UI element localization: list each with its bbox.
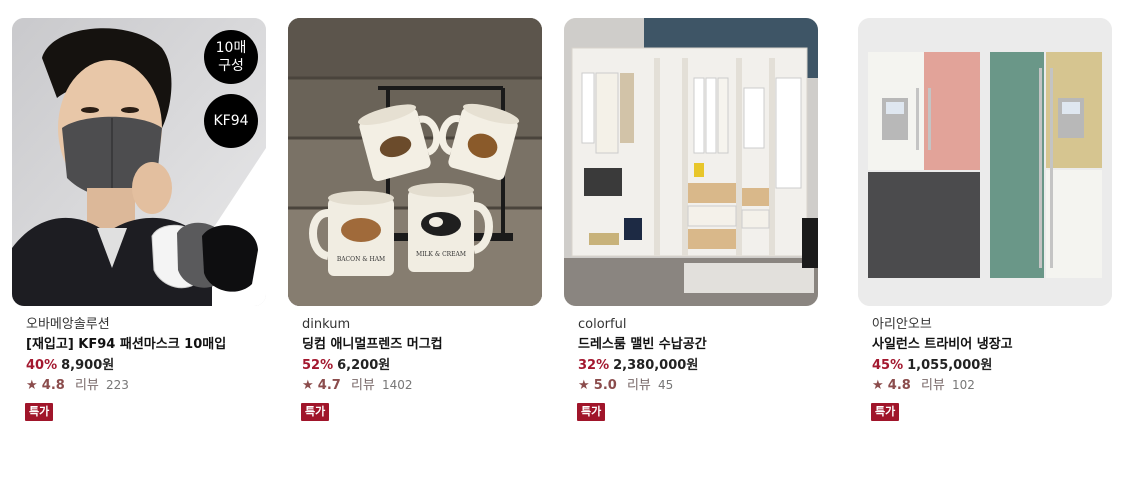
review-label: 리뷰 (626, 378, 651, 393)
special-deal-badge: 특가 (871, 403, 900, 421)
rating-score: 5.0 (593, 378, 617, 393)
price-row: 32% 2,380,000원 (564, 357, 818, 375)
sale-price: 1,055,000원 (907, 358, 993, 373)
product-image-refrigerator[interactable] (858, 18, 1112, 306)
rating-score: 4.7 (317, 378, 341, 393)
product-name[interactable]: [재입고] KF94 패션마스크 10매입 (12, 336, 266, 354)
mug-text-bacon: BACON & HAM (337, 256, 385, 263)
sale-price: 8,900원 (61, 358, 115, 373)
product-image-dressroom[interactable] (564, 18, 818, 306)
price-row: 45% 1,055,000원 (858, 357, 1112, 375)
badge-kf94: KF94 (204, 94, 258, 148)
rating-row: ★ 4.8 리뷰 102 (858, 376, 1112, 394)
discount-rate: 40% (26, 358, 58, 373)
star-icon: ★ (302, 378, 314, 393)
price-row: 40% 8,900원 (12, 357, 266, 375)
mug-text-milk: MILK & CREAM (416, 251, 466, 258)
product-card-mug[interactable]: BACON & HAM MILK & CREAM dinkum 딩컴 애니멀프렌… (288, 18, 542, 421)
mug-illustration: BACON & HAM MILK & CREAM (288, 18, 542, 306)
review-count: 1402 (382, 378, 413, 392)
sale-price: 2,380,000원 (613, 358, 699, 373)
rating-row: ★ 4.7 리뷰 1402 (288, 376, 542, 394)
product-image-mug[interactable]: BACON & HAM MILK & CREAM (288, 18, 542, 306)
product-card-dressroom[interactable]: colorful 드레스룸 맬빈 수납공간 32% 2,380,000원 ★ 5.… (564, 18, 818, 421)
badge-10-pack: 10매 구성 (204, 30, 258, 84)
review-label: 리뷰 (350, 378, 375, 393)
product-brand: 오바메앙솔루션 (26, 317, 110, 332)
star-icon: ★ (872, 378, 884, 393)
product-brand: colorful (578, 317, 627, 332)
review-label: 리뷰 (74, 378, 99, 393)
review-count: 45 (658, 378, 674, 392)
special-deal-badge: 특가 (25, 403, 54, 421)
review-count: 223 (106, 378, 129, 392)
special-deal-badge: 특가 (301, 403, 330, 421)
rating-row: ★ 4.8 리뷰 223 (12, 376, 266, 394)
product-brand: 아리안오브 (872, 317, 932, 332)
discount-rate: 52% (302, 358, 334, 373)
product-name[interactable]: 사일런스 트라비어 냉장고 (858, 336, 1112, 354)
product-brand: dinkum (302, 317, 351, 332)
product-card-mask[interactable]: 10매 구성 KF94 오바메앙솔루션 [재입고] KF94 패션마스크 10매… (12, 18, 266, 421)
rating-score: 4.8 (41, 378, 65, 393)
dressroom-illustration (564, 18, 818, 306)
discount-rate: 32% (578, 358, 610, 373)
rating-row: ★ 5.0 리뷰 45 (564, 376, 818, 394)
star-icon: ★ (26, 378, 38, 393)
special-deal-badge: 특가 (577, 403, 606, 421)
review-label: 리뷰 (920, 378, 945, 393)
sale-price: 6,200원 (337, 358, 391, 373)
product-name[interactable]: 드레스룸 맬빈 수납공간 (564, 336, 818, 354)
price-row: 52% 6,200원 (288, 357, 542, 375)
rating-score: 4.8 (887, 378, 911, 393)
discount-rate: 45% (872, 358, 904, 373)
review-count: 102 (952, 378, 975, 392)
product-image-mask[interactable]: 10매 구성 KF94 (12, 18, 266, 306)
refrigerator-illustration (858, 18, 1112, 306)
product-name[interactable]: 딩컴 애니멀프렌즈 머그컵 (288, 336, 542, 354)
star-icon: ★ (578, 378, 590, 393)
product-card-refrigerator[interactable]: 아리안오브 사일런스 트라비어 냉장고 45% 1,055,000원 ★ 4.8 … (858, 18, 1112, 421)
